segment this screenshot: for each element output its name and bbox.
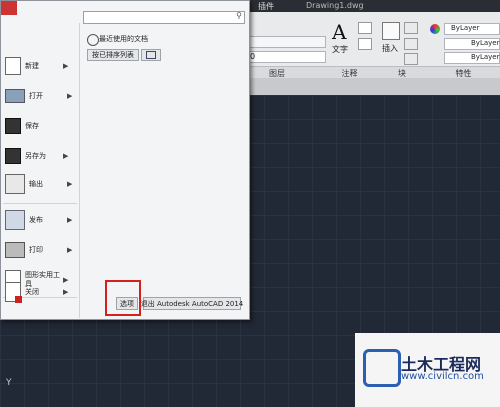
search-input[interactable]: ⚲ <box>83 11 245 24</box>
lineweight-value: ByLayer <box>471 53 500 61</box>
insert-button[interactable]: 插入 <box>382 43 398 54</box>
file-tab-strip <box>232 78 500 95</box>
menu-item-close[interactable]: 关闭 ▶ <box>1 277 79 307</box>
watermark-url: www.civilcn.com <box>401 371 484 382</box>
recent-docs-header: 最近使用的文档 <box>99 35 148 43</box>
publish-icon <box>5 210 25 230</box>
menu-item-publish[interactable]: 发布 ▶ <box>1 205 79 235</box>
menu-item-label: 关闭 <box>25 287 39 296</box>
layer-value: 0 <box>250 52 256 61</box>
insert-block-icon[interactable] <box>382 22 400 40</box>
exit-autocad-button[interactable]: 退出 Autodesk AutoCAD 2014 <box>140 297 244 310</box>
submenu-arrow-icon: ▶ <box>67 246 73 254</box>
leader-icon[interactable] <box>358 38 372 50</box>
submenu-arrow-icon: ▶ <box>67 92 73 100</box>
view-mode-dropdown[interactable] <box>141 49 161 61</box>
menu-item-label: 打印 <box>29 245 43 254</box>
save-icon <box>5 118 21 134</box>
block-attrib-icon[interactable] <box>404 53 418 65</box>
submenu-arrow-icon: ▶ <box>67 216 73 224</box>
layer-dropdown[interactable]: 0 <box>246 51 326 63</box>
application-menu: ⚲ 新建 ▶ 打开 ▶ 保存 另存为 ▶ 输出 ▶ 发布 ▶ 打印 ▶ 图形实用… <box>0 0 250 320</box>
close-file-icon <box>5 282 22 303</box>
submenu-arrow-icon: ▶ <box>63 288 69 296</box>
save-as-icon <box>5 148 21 164</box>
edit-block-icon[interactable] <box>404 38 418 50</box>
menu-item-save[interactable]: 保存 <box>1 111 79 141</box>
search-icon: ⚲ <box>236 11 242 20</box>
dimension-icon[interactable] <box>358 22 372 34</box>
app-logo-icon[interactable] <box>1 1 17 15</box>
export-icon <box>5 174 25 194</box>
text-icon[interactable]: A <box>332 20 346 44</box>
tab-partial[interactable]: 插件 <box>258 1 274 12</box>
submenu-arrow-icon: ▶ <box>67 180 73 188</box>
menu-item-label: 打开 <box>29 91 43 100</box>
menu-command-list: 新建 ▶ 打开 ▶ 保存 另存为 ▶ 输出 ▶ 发布 ▶ 打印 ▶ 图形实用工具… <box>1 23 80 318</box>
menu-divider <box>3 203 77 204</box>
linetype-dropdown[interactable]: ByLayer <box>444 38 500 50</box>
watermark-logo: 土木工程网 www.civilcn.com <box>355 333 500 407</box>
open-folder-icon <box>5 89 25 103</box>
sort-dropdown-label: 按已排序列表 <box>92 51 134 59</box>
color-value: ByLayer <box>451 24 480 32</box>
linetype-value: ByLayer <box>471 39 500 47</box>
menu-item-new[interactable]: 新建 ▶ <box>1 51 79 81</box>
color-wheel-icon[interactable] <box>430 24 440 34</box>
layer-state-dropdown[interactable] <box>246 36 326 48</box>
view-mode-icon <box>146 51 156 59</box>
menu-item-save-as[interactable]: 另存为 ▶ <box>1 141 79 171</box>
new-file-icon <box>5 57 21 75</box>
lineweight-dropdown[interactable]: ByLayer <box>444 52 500 64</box>
menu-item-print[interactable]: 打印 ▶ <box>1 235 79 265</box>
menu-item-label: 发布 <box>29 215 43 224</box>
watermark-icon <box>363 349 401 387</box>
text-button[interactable]: 文字 <box>332 44 348 55</box>
exit-button-label: 退出 Autodesk AutoCAD 2014 <box>140 299 244 308</box>
color-dropdown[interactable]: ByLayer <box>444 23 500 35</box>
menu-item-export[interactable]: 输出 ▶ <box>1 169 79 199</box>
menu-item-label: 保存 <box>25 121 39 130</box>
highlight-box <box>105 280 141 316</box>
menu-item-label: 另存为 <box>25 151 46 160</box>
sort-dropdown[interactable]: 按已排序列表 <box>87 49 139 61</box>
ucs-axis-y-label: Y <box>6 378 12 388</box>
file-partial: Drawing1.dwg <box>306 1 364 10</box>
menu-item-open[interactable]: 打开 ▶ <box>1 81 79 111</box>
print-icon <box>5 242 25 258</box>
menu-item-label: 新建 <box>25 61 39 70</box>
create-block-icon[interactable] <box>404 22 418 34</box>
menu-item-label: 输出 <box>29 179 43 188</box>
recent-docs-header-icon <box>87 34 99 46</box>
submenu-arrow-icon: ▶ <box>63 152 69 160</box>
submenu-arrow-icon: ▶ <box>63 62 69 70</box>
